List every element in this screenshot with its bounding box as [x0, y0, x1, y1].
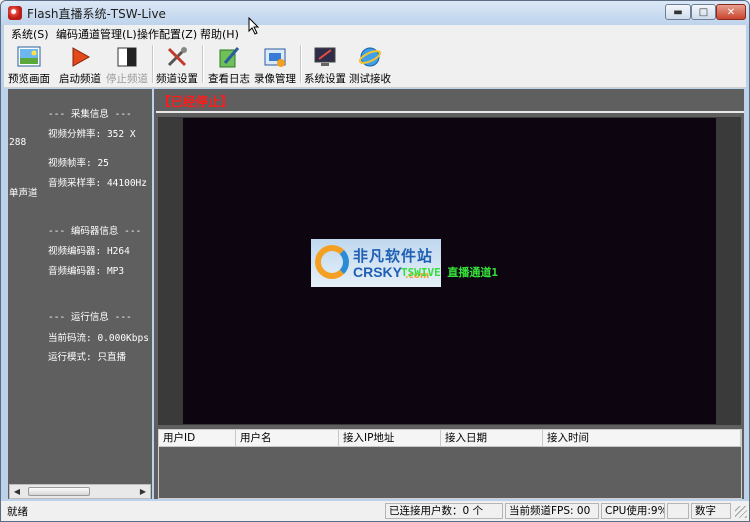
start-channel-button[interactable]: 启动频道: [58, 42, 102, 86]
tools-settings-icon: [165, 45, 189, 69]
audio-samplerate: 音频采样率: 44100Hz: [48, 178, 147, 189]
scroll-right-icon[interactable]: ▶: [136, 485, 150, 498]
current-bitrate: 当前码流: 0.000Kbps: [48, 333, 149, 344]
channel-status: 【已经停止】: [158, 94, 234, 109]
toolbar-separator: [300, 45, 302, 83]
test-receive-button[interactable]: 测试接收: [348, 42, 392, 86]
video-record-icon: [263, 45, 287, 69]
preview-button[interactable]: 预览画面: [7, 42, 51, 86]
menu-system[interactable]: 系统(S): [11, 26, 49, 42]
runtime-info-header: --- 运行信息 ---: [48, 312, 132, 323]
video-encoder: 视频编码器: H264: [48, 246, 130, 257]
toolbar: 预览画面 启动频道 停止频道 频道设置 查看日志 录像管理 系统设置 测试接收: [4, 42, 746, 88]
maximize-button[interactable]: □: [691, 4, 716, 20]
status-cpu: CPU使用:9%: [601, 503, 665, 519]
channel-overlay-text: TSWIVE 直播通道1: [401, 266, 498, 279]
encoder-info-header: --- 编码器信息 ---: [48, 226, 142, 237]
column-header-time[interactable]: 接入时间: [543, 430, 741, 447]
watermark-en: CRSKY: [353, 264, 403, 280]
column-header-username[interactable]: 用户名: [236, 430, 339, 447]
status-num-lock: 数字: [691, 503, 731, 519]
system-settings-button[interactable]: 系统设置: [303, 42, 347, 86]
toolbar-separator: [202, 45, 204, 83]
scroll-left-icon[interactable]: ◀: [10, 485, 24, 498]
menu-bar: 系统(S) 编码通道管理(L) 操作配置(Z) 帮助(H): [4, 25, 746, 42]
app-logo-icon: [8, 6, 22, 20]
status-divider: [156, 111, 744, 113]
swirl-logo-icon: [315, 245, 349, 279]
app-window: Flash直播系统-TSW-Live ▬ □ ✕ 系统(S) 编码通道管理(L)…: [0, 0, 750, 522]
run-mode: 运行模式: 只直播: [48, 352, 126, 363]
video-resolution-wrap: 288: [9, 137, 27, 148]
globe-ie-icon: [358, 45, 382, 69]
preview-image-icon: [17, 45, 41, 69]
video-resolution: 视频分辨率: 352 X: [48, 129, 136, 140]
status-bar: 就绪 已连接用户数：0 个 当前频道FPS: 00 CPU使用:9% 数字: [1, 501, 749, 521]
stop-channel-button[interactable]: 停止频道: [105, 42, 149, 86]
video-fps: 视频帧率: 25: [48, 158, 109, 169]
resize-grip-icon[interactable]: [735, 506, 747, 518]
status-blank: [667, 503, 689, 519]
status-connected-users: 已连接用户数：0 个: [385, 503, 503, 519]
scroll-thumb[interactable]: [28, 487, 90, 496]
menu-operation-config[interactable]: 操作配置(Z): [137, 26, 197, 42]
status-fps: 当前频道FPS: 00: [505, 503, 599, 519]
capture-info-header: --- 采集信息 ---: [48, 109, 132, 120]
column-header-date[interactable]: 接入日期: [441, 430, 543, 447]
column-header-user-id[interactable]: 用户ID: [159, 430, 236, 447]
user-table: 用户ID 用户名 接入IP地址 接入日期 接入时间: [158, 429, 742, 499]
minimize-button[interactable]: ▬: [665, 4, 691, 20]
window-title: Flash直播系统-TSW-Live: [27, 7, 166, 21]
column-header-ip[interactable]: 接入IP地址: [339, 430, 441, 447]
view-log-button[interactable]: 查看日志: [206, 42, 252, 86]
menu-channel-management[interactable]: 编码通道管理(L): [56, 26, 137, 42]
menu-help[interactable]: 帮助(H): [200, 26, 239, 42]
close-button[interactable]: ✕: [716, 4, 746, 20]
mouse-cursor-icon: [248, 17, 260, 35]
channel-settings-button[interactable]: 频道设置: [155, 42, 199, 86]
play-triangle-icon: [68, 45, 92, 69]
pen-log-icon: [217, 45, 241, 69]
audio-channels: 单声道: [9, 188, 38, 199]
monitor-settings-icon: [313, 45, 337, 69]
toolbar-separator: [152, 45, 154, 83]
recording-management-button[interactable]: 录像管理: [253, 42, 297, 86]
status-ready: 就绪: [7, 506, 28, 518]
watermark-cn: 非凡软件站: [353, 247, 434, 265]
info-panel-scrollbar[interactable]: ◀ ▶: [9, 484, 151, 499]
audio-encoder: 音频编码器: MP3: [48, 266, 125, 277]
title-bar[interactable]: Flash直播系统-TSW-Live ▬ □ ✕: [1, 1, 749, 25]
info-panel: --- 采集信息 --- 视频分辨率: 352 X 288 视频帧率: 25 音…: [8, 89, 152, 499]
stop-contrast-icon: [115, 45, 139, 69]
